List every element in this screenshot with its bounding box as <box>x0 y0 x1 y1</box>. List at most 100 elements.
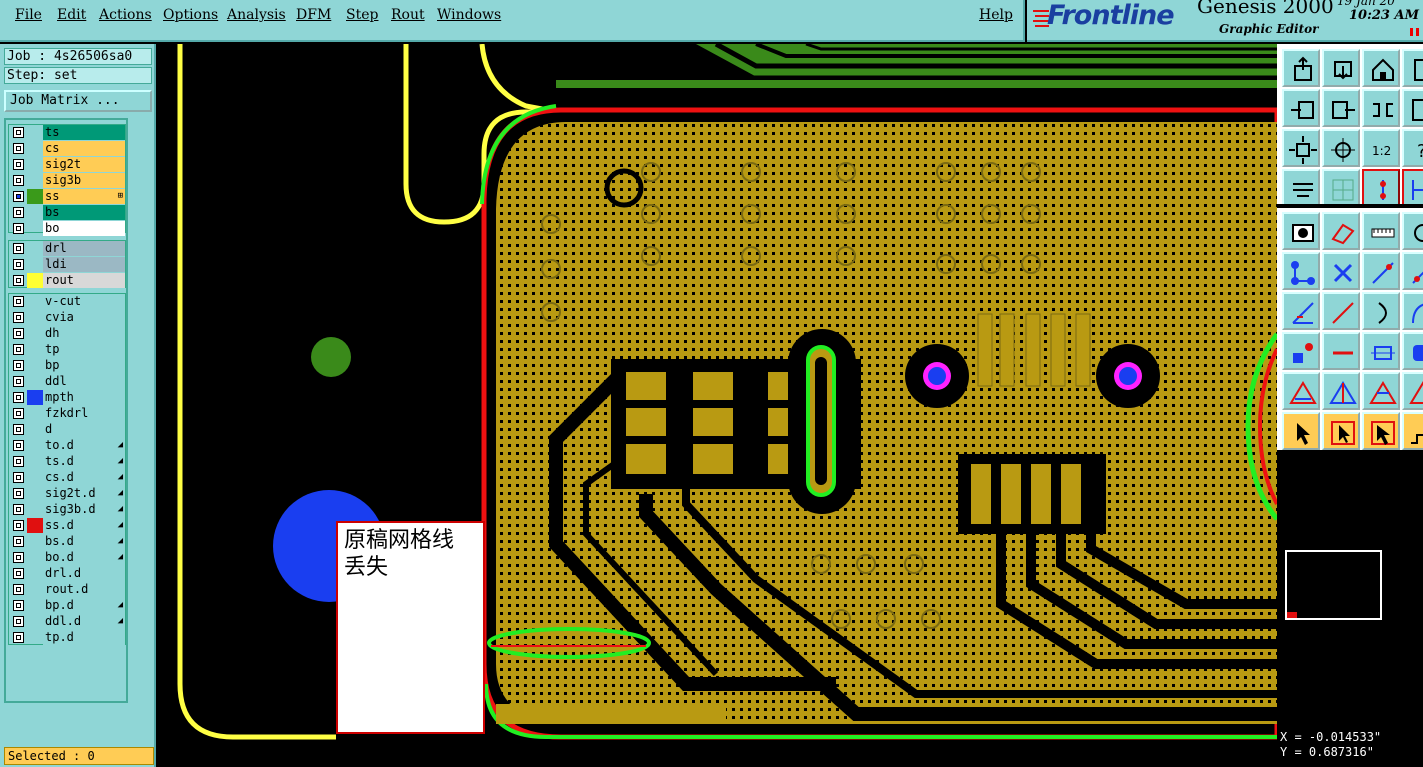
layer-color-swatch[interactable] <box>27 470 43 485</box>
job-matrix-button[interactable]: Job Matrix ... <box>4 90 152 112</box>
layer-checkbox[interactable] <box>13 312 24 323</box>
layer-name[interactable]: fzkdrl <box>43 406 125 421</box>
layer-checkbox[interactable] <box>13 191 24 202</box>
layer-color-swatch[interactable] <box>27 438 43 453</box>
layer-checkbox[interactable] <box>13 424 24 435</box>
layer-name[interactable]: sig3b <box>43 173 125 188</box>
layer-name[interactable]: cvia <box>43 310 125 325</box>
select-box-tool-button[interactable] <box>1322 412 1360 450</box>
line-node-tool-button[interactable] <box>1362 252 1400 290</box>
snap-tool-button[interactable] <box>1322 169 1360 207</box>
select-arrow-tool-button[interactable] <box>1282 412 1320 450</box>
layer-checkbox[interactable] <box>13 552 24 563</box>
layer-row-dh[interactable]: dh <box>9 326 125 341</box>
layer-row-ss-d[interactable]: ss.d ◢ <box>9 518 125 533</box>
arc-2-tool-button[interactable] <box>1402 292 1423 330</box>
layer-color-swatch[interactable] <box>27 294 43 309</box>
fit-view-tool-button[interactable] <box>1282 129 1320 167</box>
layer-checkbox[interactable] <box>13 584 24 595</box>
step-tool-button[interactable] <box>1402 412 1423 450</box>
layer-checkbox[interactable] <box>13 616 24 627</box>
layer-row-ldi[interactable]: ldi <box>9 257 125 272</box>
layer-row-bp[interactable]: bp <box>9 358 125 373</box>
layer-checkbox[interactable] <box>13 207 24 218</box>
save-job-tool-button[interactable] <box>1322 49 1360 87</box>
layer-checkbox[interactable] <box>13 127 24 138</box>
layer-row-tp-d[interactable]: tp.d <box>9 630 125 645</box>
select-arrow-2-tool-button[interactable] <box>1362 412 1400 450</box>
layer-name[interactable]: bs <box>43 205 125 220</box>
menu-edit[interactable]: Edit <box>57 7 86 23</box>
layer-name[interactable]: ldi <box>43 257 125 272</box>
layer-name[interactable]: to.d ◢ <box>43 438 125 453</box>
layer-checkbox[interactable] <box>13 392 24 403</box>
layer-name[interactable]: mpth <box>43 390 125 405</box>
layer-row-ddl-d[interactable]: ddl.d ◢ <box>9 614 125 629</box>
cross-tool-button[interactable] <box>1322 252 1360 290</box>
layer-color-swatch[interactable] <box>27 518 43 533</box>
layer-color-swatch[interactable] <box>27 454 43 469</box>
layer-checkbox[interactable] <box>13 275 24 286</box>
layer-name[interactable]: ss.d ◢ <box>43 518 125 533</box>
layer-name[interactable]: rout <box>43 273 125 288</box>
layer-checkbox[interactable] <box>13 408 24 419</box>
layer-color-swatch[interactable] <box>27 358 43 373</box>
triangle-3-tool-button[interactable] <box>1362 372 1400 410</box>
layer-row-fzkdrl[interactable]: fzkdrl <box>9 406 125 421</box>
line-node-2-tool-button[interactable] <box>1402 252 1423 290</box>
layer-row-cs[interactable]: cs <box>9 141 125 156</box>
layer-row-bs[interactable]: bs <box>9 205 125 220</box>
move-right-tool-button[interactable] <box>1322 89 1360 127</box>
layer-color-swatch[interactable] <box>27 205 43 220</box>
diagonal-line-tool-button[interactable] <box>1322 292 1360 330</box>
extra-tool-button[interactable] <box>1402 212 1423 250</box>
layer-name[interactable]: ts <box>43 125 125 140</box>
measure-tool-button[interactable] <box>1282 169 1320 207</box>
layer-checkbox[interactable] <box>13 344 24 355</box>
layer-row-drl[interactable]: drl <box>9 241 125 256</box>
layer-name[interactable]: sig3b.d ◢ <box>43 502 125 517</box>
menu-file[interactable]: File <box>15 7 42 23</box>
layer-row-sig3b-d[interactable]: sig3b.d ◢ <box>9 502 125 517</box>
layer-color-swatch[interactable] <box>27 273 43 288</box>
layer-checkbox[interactable] <box>13 143 24 154</box>
menu-step[interactable]: Step <box>346 7 378 23</box>
layer-row-rout[interactable]: rout <box>9 273 125 288</box>
menu-rout[interactable]: Rout <box>391 7 425 23</box>
layer-checkbox[interactable] <box>13 440 24 451</box>
layer-color-swatch[interactable] <box>27 390 43 405</box>
layer-name[interactable]: tp <box>43 342 125 357</box>
layer-row-bo-d[interactable]: bo.d ◢ <box>9 550 125 565</box>
layer-color-swatch[interactable] <box>27 406 43 421</box>
graphic-canvas[interactable]: 原稿网格线 丢失 <box>156 44 1277 767</box>
dimension-tool-button[interactable] <box>1362 332 1400 370</box>
dash-line-tool-button[interactable] <box>1322 332 1360 370</box>
layer-row-sig2t[interactable]: sig2t <box>9 157 125 172</box>
triangle-4-tool-button[interactable] <box>1402 372 1423 410</box>
layer-color-swatch[interactable] <box>27 422 43 437</box>
layer-checkbox[interactable] <box>13 472 24 483</box>
layer-checkbox[interactable] <box>13 376 24 387</box>
triangle-2-tool-button[interactable] <box>1322 372 1360 410</box>
layer-checkbox[interactable] <box>13 175 24 186</box>
layer-color-swatch[interactable] <box>27 189 43 204</box>
layer-row-ts[interactable]: ts <box>9 125 125 140</box>
layer-row-drl-d[interactable]: drl.d <box>9 566 125 581</box>
layer-color-swatch[interactable] <box>27 614 43 629</box>
mirror-tool-button[interactable] <box>1362 89 1400 127</box>
layer-color-swatch[interactable] <box>27 221 43 236</box>
layer-name[interactable]: cs.d ◢ <box>43 470 125 485</box>
layer-name[interactable]: sig2t.d ◢ <box>43 486 125 501</box>
layer-color-swatch[interactable] <box>27 502 43 517</box>
menu-actions[interactable]: Actions <box>99 7 152 23</box>
pcb-drawing[interactable] <box>156 44 1277 767</box>
layer-checkbox[interactable] <box>13 632 24 643</box>
layer-checkbox[interactable] <box>13 328 24 339</box>
layer-name[interactable]: dh <box>43 326 125 341</box>
zoom-in-tool-button[interactable] <box>1402 89 1423 127</box>
layer-name[interactable]: ddl <box>43 374 125 389</box>
menu-help[interactable]: Help <box>979 7 1013 23</box>
menu-analysis[interactable]: Analysis <box>227 7 286 23</box>
layer-name[interactable]: bp <box>43 358 125 373</box>
layer-checkbox[interactable] <box>13 296 24 307</box>
